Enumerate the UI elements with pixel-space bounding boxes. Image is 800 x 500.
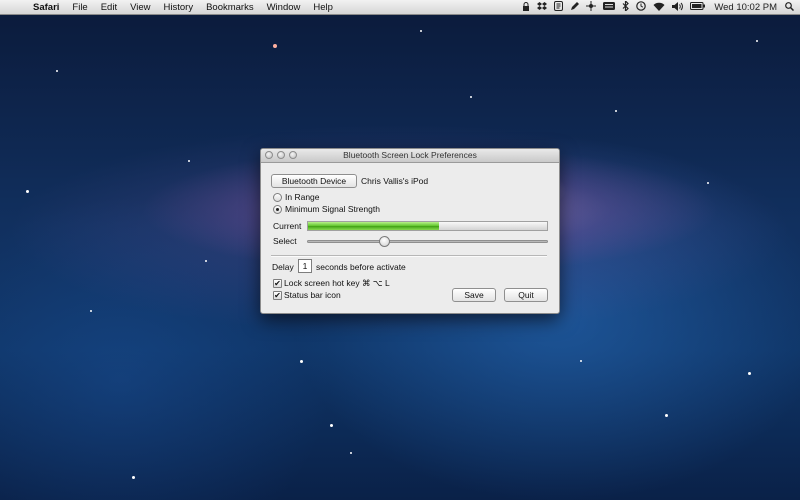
delay-label: Delay [272,262,294,272]
battery-icon[interactable] [690,2,706,12]
current-label: Current [273,221,302,231]
menu-view[interactable]: View [130,2,150,13]
wifi-icon[interactable] [653,2,665,13]
in-range-radio[interactable] [273,193,282,202]
status-bar-icon-label: Status bar icon [284,290,341,300]
dropbox-icon[interactable] [537,1,548,13]
menu-bookmarks[interactable]: Bookmarks [206,2,254,13]
minimum-signal-label: Minimum Signal Strength [285,204,380,214]
status-menus: Wed 10:02 PM [515,0,795,14]
minimum-signal-radio[interactable] [273,205,282,214]
menu-app-safari[interactable]: Safari [33,2,59,13]
menu-help[interactable]: Help [313,2,333,13]
delay-suffix-label: seconds before activate [316,262,406,272]
lock-icon[interactable] [522,1,530,13]
preferences-window: Bluetooth Screen Lock Preferences Blueto… [260,148,560,314]
menu-window[interactable]: Window [267,2,301,13]
clock-text[interactable]: Wed 10:02 PM [714,2,777,13]
save-button[interactable]: Save [452,288,496,302]
delay-input[interactable] [298,259,312,273]
quit-button[interactable]: Quit [504,288,548,302]
spotlight-icon[interactable] [785,1,795,13]
menu-file[interactable]: File [72,2,87,13]
section-divider [271,255,547,257]
window-title: Bluetooth Screen Lock Preferences [343,150,477,160]
device-name-label: Chris Vallis's iPod [361,176,429,186]
menu-bar: Safari File Edit View History Bookmarks … [0,0,800,15]
select-label: Select [273,236,297,246]
lock-hotkey-checkbox[interactable]: ✔ [273,279,282,288]
in-range-label: In Range [285,192,320,202]
keyboard-icon[interactable] [603,2,616,12]
shield-icon[interactable] [554,1,564,13]
pen-icon[interactable] [570,1,580,13]
signal-threshold-slider-knob[interactable] [379,236,391,247]
menu-history[interactable]: History [164,2,194,13]
bluetooth-icon[interactable] [622,0,630,13]
time-machine-icon[interactable] [636,1,647,13]
volume-icon[interactable] [672,1,684,13]
current-signal-fill [308,222,440,230]
crosshair-icon[interactable] [586,1,597,13]
signal-threshold-track[interactable] [307,240,548,243]
window-titlebar[interactable]: Bluetooth Screen Lock Preferences [261,149,559,163]
status-bar-icon-checkbox[interactable]: ✔ [273,291,282,300]
current-signal-meter [307,221,548,231]
lock-hotkey-label: Lock screen hot key ⌘ ⌥ L [284,278,390,288]
bluetooth-device-button[interactable]: Bluetooth Device [271,174,357,188]
menu-edit[interactable]: Edit [101,2,117,13]
